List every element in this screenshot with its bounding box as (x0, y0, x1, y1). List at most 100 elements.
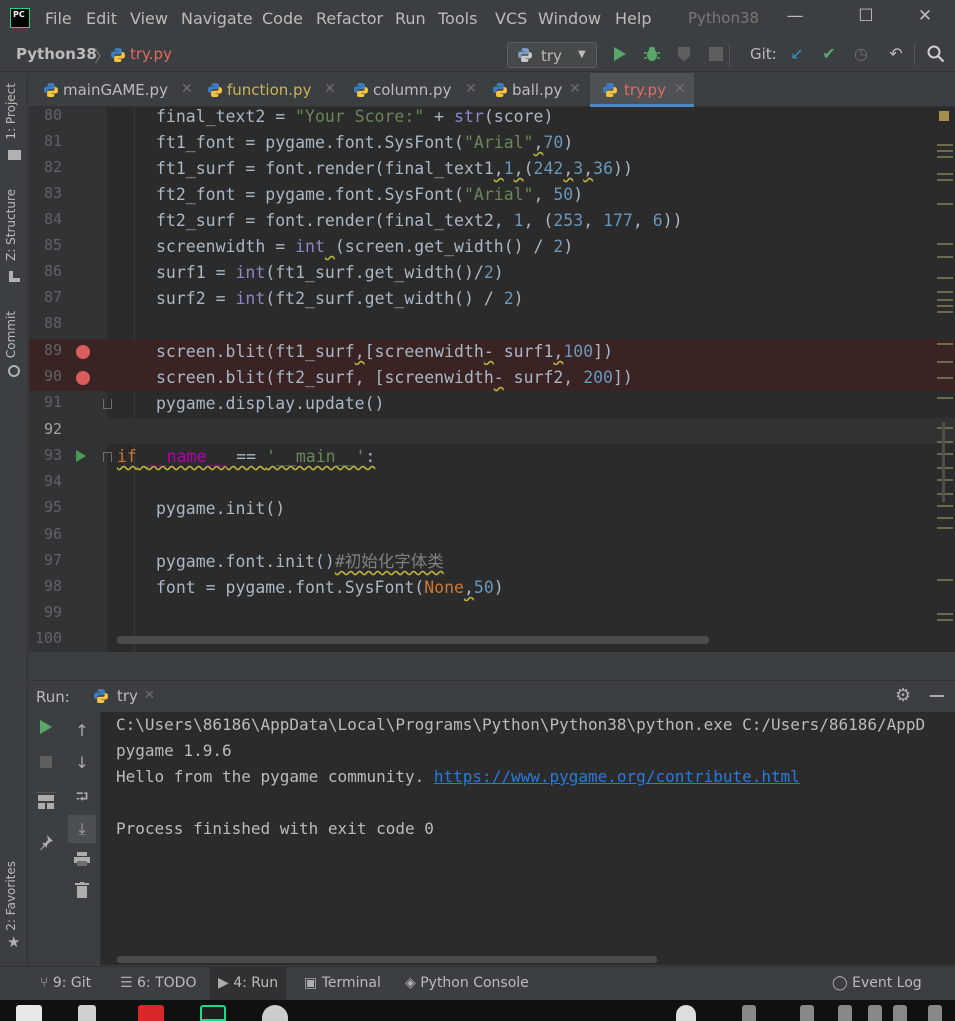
search-button[interactable] (925, 43, 947, 65)
tool-tab-git[interactable]: ⑂ 9: Git (40, 975, 91, 991)
rollback-button[interactable]: ↶ (885, 43, 907, 65)
taskbar-tray-icon[interactable] (742, 1005, 756, 1021)
panel-splitter[interactable] (29, 652, 955, 680)
breadcrumb-project[interactable]: Python38 (16, 45, 97, 63)
error-stripe-mark[interactable] (937, 179, 953, 181)
run-button[interactable] (609, 43, 631, 65)
error-stripe-mark[interactable] (937, 619, 953, 621)
breakpoint-icon[interactable] (76, 371, 90, 385)
project-tool-tab[interactable]: 1: Project (4, 83, 18, 140)
menu-tools[interactable]: Tools (438, 9, 477, 28)
error-stripe-mark[interactable] (937, 579, 953, 581)
close-button[interactable]: ✕ (910, 6, 940, 32)
close-tab-icon[interactable]: ✕ (324, 81, 336, 97)
menu-refactor[interactable]: Refactor (316, 9, 383, 28)
menu-help[interactable]: Help (615, 9, 651, 28)
editor-vertical-scrollbar[interactable] (942, 422, 945, 502)
taskbar-tray-icon[interactable] (928, 1005, 942, 1021)
error-stripe-mark[interactable] (937, 479, 953, 481)
git-update-button[interactable]: ↙ (786, 43, 808, 65)
run-tab-try[interactable]: try ✕ (87, 681, 167, 713)
git-history-button[interactable]: ◷ (850, 43, 872, 65)
error-stripe-mark[interactable] (937, 613, 953, 615)
error-stripe-mark[interactable] (937, 397, 953, 399)
taskbar-store-icon[interactable] (16, 1005, 42, 1021)
error-stripe-mark[interactable] (937, 173, 953, 175)
scroll-down-button[interactable]: ↓ (70, 751, 94, 775)
menu-window[interactable]: Window (538, 9, 601, 28)
rerun-button[interactable] (34, 717, 58, 741)
error-stripe-mark[interactable] (937, 305, 953, 307)
clear-console-button[interactable] (70, 881, 94, 905)
run-configuration-dropdown[interactable]: try ▼ (507, 42, 597, 68)
error-stripe-mark[interactable] (937, 343, 953, 345)
close-tab-icon[interactable]: ✕ (569, 81, 581, 97)
error-stripe-mark[interactable] (937, 144, 953, 146)
error-stripe-mark[interactable] (937, 203, 953, 205)
close-tab-icon[interactable]: ✕ (674, 81, 686, 97)
menu-code[interactable]: Code (262, 9, 303, 28)
pin-button[interactable] (34, 833, 58, 857)
tool-tab-python-console[interactable]: ◈ Python Console (405, 975, 529, 991)
print-button[interactable] (70, 849, 94, 873)
error-stripe-mark[interactable] (937, 427, 953, 429)
tab-try[interactable]: try.py ✕ (590, 73, 694, 107)
error-stripe-mark[interactable] (937, 527, 953, 529)
inspection-status-icon[interactable] (939, 111, 949, 121)
error-stripe-mark[interactable] (937, 517, 953, 519)
scroll-to-end-button[interactable]: ⤓ (68, 815, 96, 843)
menu-vcs[interactable]: VCS (495, 9, 527, 28)
error-stripe-mark[interactable] (937, 291, 953, 293)
layout-button[interactable] (34, 792, 58, 816)
minimize-button[interactable]: — (780, 6, 810, 32)
tool-tab-todo[interactable]: ☰ 6: TODO (120, 975, 196, 991)
taskbar-tray-icon[interactable] (676, 1005, 696, 1021)
error-stripe-mark[interactable] (937, 311, 953, 313)
close-tab-icon[interactable]: ✕ (181, 81, 193, 97)
code-editor[interactable]: 80 final_text2 = "Your Score:" + str(sco… (29, 107, 955, 652)
stop-button[interactable] (705, 43, 727, 65)
git-commit-button[interactable]: ✔ (818, 43, 840, 65)
soft-wrap-button[interactable]: ⮒ (70, 785, 94, 809)
taskbar-app-icon[interactable] (262, 1005, 288, 1021)
taskbar-tray-icon[interactable] (800, 1005, 814, 1021)
taskbar-app-icon[interactable] (78, 1005, 96, 1021)
error-stripe-mark[interactable] (937, 467, 953, 469)
error-stripe-mark[interactable] (937, 243, 953, 245)
error-stripe-mark[interactable] (937, 256, 953, 258)
error-stripe-mark[interactable] (937, 277, 953, 279)
error-stripe-mark[interactable] (937, 377, 953, 379)
scroll-up-button[interactable]: ↑ (70, 719, 94, 743)
error-stripe-mark[interactable] (937, 156, 953, 158)
tab-maingame[interactable]: mainGAME.py ✕ (37, 73, 196, 107)
menu-edit[interactable]: Edit (86, 9, 117, 28)
tool-tab-event-log[interactable]: ◯ Event Log (832, 975, 922, 991)
maximize-button[interactable]: ☐ (851, 6, 881, 32)
error-stripe-mark[interactable] (937, 493, 953, 495)
tool-tab-terminal[interactable]: ▣ Terminal (304, 975, 381, 991)
commit-tool-tab[interactable]: Commit (4, 311, 18, 358)
taskbar-app-icon[interactable] (138, 1005, 164, 1021)
menu-navigate[interactable]: Navigate (181, 9, 253, 28)
taskbar-pycharm-icon[interactable] (200, 1005, 226, 1021)
tab-ball[interactable]: ball.py ✕ (486, 73, 586, 107)
error-stripe-mark[interactable] (937, 441, 953, 443)
hide-panel-icon[interactable] (930, 695, 944, 697)
gear-icon[interactable]: ⚙ (895, 685, 911, 706)
run-gutter-icon[interactable] (76, 450, 86, 462)
error-stripe-mark[interactable] (937, 453, 953, 455)
fold-start-icon[interactable] (103, 452, 112, 462)
console-link[interactable]: https://www.pygame.org/contribute.html (434, 767, 800, 786)
run-with-coverage-button[interactable] (673, 43, 695, 65)
close-tab-icon[interactable]: ✕ (465, 81, 477, 97)
favorites-tool-tab[interactable]: 2: Favorites (4, 861, 18, 931)
stop-button[interactable] (34, 751, 58, 775)
taskbar-tray-icon[interactable] (893, 1005, 907, 1021)
menu-run[interactable]: Run (395, 9, 426, 28)
editor-horizontal-scrollbar[interactable] (117, 636, 709, 644)
structure-tool-tab[interactable]: Z: Structure (4, 189, 18, 261)
menu-view[interactable]: View (130, 9, 168, 28)
error-stripe-mark[interactable] (937, 150, 953, 152)
error-stripe-mark[interactable] (937, 505, 953, 507)
error-stripe-mark[interactable] (937, 299, 953, 301)
